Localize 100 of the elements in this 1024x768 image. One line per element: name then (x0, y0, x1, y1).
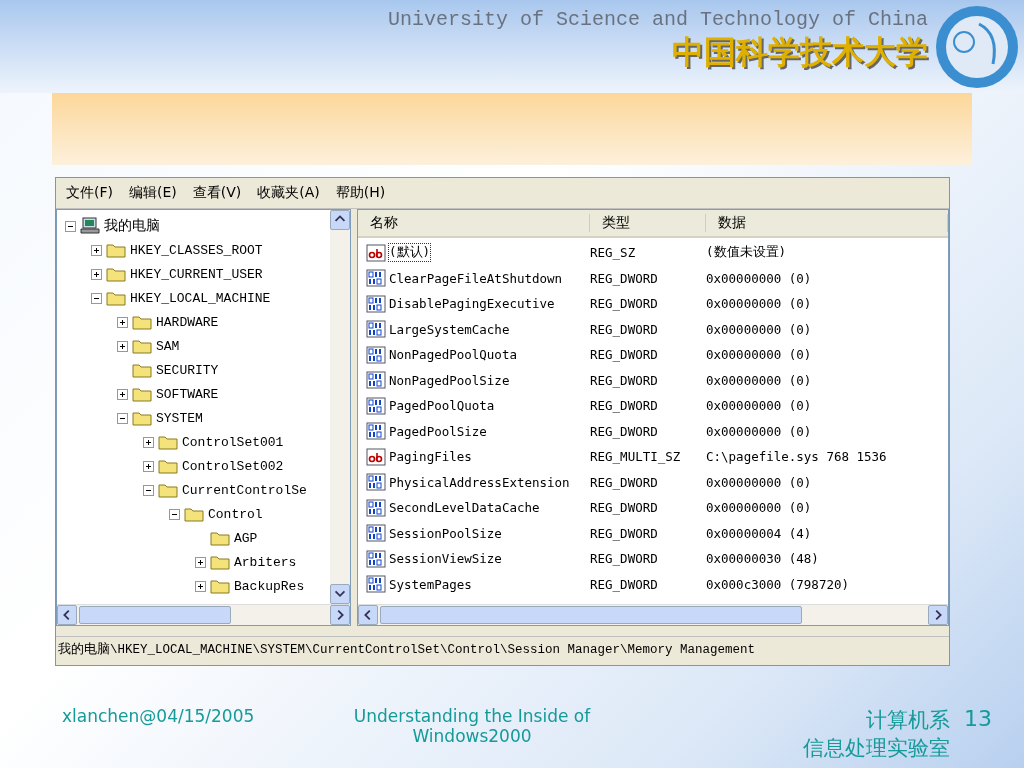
value-name[interactable]: PagingFiles (388, 448, 473, 466)
value-name[interactable]: (默认) (388, 243, 432, 263)
value-name[interactable]: SessionPoolSize (388, 524, 503, 542)
value-name[interactable]: DisablePagingExecutive (388, 295, 556, 313)
value-name[interactable]: PagedPoolSize (388, 422, 488, 440)
folder-icon (184, 506, 204, 522)
tree-item[interactable]: SYSTEM (156, 410, 203, 426)
folder-icon (158, 434, 178, 450)
status-bar: 我的电脑\HKEY_LOCAL_MACHINE\SYSTEM\CurrentControlSet\Control\Session Manager\Memory Management (56, 636, 949, 661)
scroll-left-button[interactable] (358, 605, 378, 625)
value-name[interactable]: ClearPageFileAtShutdown (388, 269, 564, 287)
value-data: 0x000c3000 (798720) (706, 576, 850, 592)
binary-value-icon (366, 575, 386, 594)
collapse-toggle[interactable] (117, 412, 128, 424)
scroll-right-button[interactable] (928, 605, 948, 625)
expand-toggle[interactable] (117, 388, 128, 400)
column-header[interactable]: 类型 (590, 214, 706, 232)
menu-item[interactable]: 编辑(E) (123, 184, 183, 202)
value-name[interactable]: PagedPoolQuota (388, 397, 496, 415)
expand-toggle[interactable] (117, 340, 128, 352)
menu-item[interactable]: 查看(V) (186, 184, 248, 202)
expand-toggle[interactable] (195, 556, 206, 568)
collapse-toggle[interactable] (143, 484, 154, 496)
value-type: REG_DWORD (590, 500, 659, 516)
expand-toggle[interactable] (91, 268, 102, 280)
value-data: 0x00000000 (0) (706, 347, 813, 363)
value-type: REG_DWORD (590, 270, 659, 286)
binary-value-icon (366, 371, 386, 390)
horizontal-scrollbar[interactable] (57, 604, 350, 625)
university-name-chinese: 中国科学技术大学 (672, 32, 928, 73)
tree-item[interactable]: Control (208, 506, 263, 522)
string-value-icon (366, 447, 386, 466)
folder-icon (132, 410, 152, 426)
scroll-down-button[interactable] (330, 584, 350, 604)
scroll-left-button[interactable] (57, 605, 77, 625)
tree-item[interactable]: BackupRes (234, 578, 305, 594)
collapse-toggle[interactable] (91, 292, 102, 304)
binary-value-icon (366, 396, 386, 415)
value-data: 0x00000000 (0) (706, 398, 813, 414)
menu-item[interactable]: 文件(F) (60, 184, 119, 202)
value-type: REG_DWORD (590, 321, 659, 337)
value-name[interactable]: PhysicalAddressExtension (388, 473, 571, 491)
menu-item[interactable]: 帮助(H) (329, 184, 392, 202)
folder-icon (106, 290, 126, 306)
value-type: REG_SZ (590, 245, 637, 261)
folder-icon (132, 338, 152, 354)
expand-toggle[interactable] (195, 580, 206, 592)
value-data: 0x00000000 (0) (706, 321, 813, 337)
value-type: REG_DWORD (590, 474, 659, 490)
tree-item[interactable]: SOFTWARE (156, 386, 219, 402)
value-name[interactable]: SecondLevelDataCache (388, 499, 541, 517)
horizontal-scrollbar[interactable] (358, 604, 948, 625)
value-name[interactable]: LargeSystemCache (388, 320, 511, 338)
value-name[interactable]: NonPagedPoolQuota (388, 346, 518, 364)
vertical-scrollbar[interactable] (330, 210, 350, 604)
scroll-right-button[interactable] (330, 605, 350, 625)
menu-item[interactable]: 收藏夹(A) (251, 184, 326, 202)
university-name: University of Science and Technology of China (387, 8, 928, 31)
scrollbar-thumb[interactable] (380, 606, 802, 624)
folder-icon (106, 266, 126, 282)
scroll-up-button[interactable] (330, 210, 350, 230)
value-type: REG_DWORD (590, 398, 659, 414)
tree-item[interactable]: AGP (234, 530, 258, 546)
expand-toggle[interactable] (143, 460, 154, 472)
tree-item[interactable]: SAM (156, 338, 180, 354)
folder-icon (132, 386, 152, 402)
value-data: 0x00000004 (4) (706, 525, 813, 541)
tree-item[interactable]: 我的电脑 (104, 217, 160, 235)
value-name[interactable]: SessionViewSize (388, 550, 503, 568)
tree-item[interactable]: ControlSet002 (182, 458, 284, 474)
expand-toggle[interactable] (91, 244, 102, 256)
binary-value-icon (366, 269, 386, 288)
page-number: 13 (963, 706, 993, 731)
expand-toggle[interactable] (117, 316, 128, 328)
value-type: REG_DWORD (590, 296, 659, 312)
value-data: 0x00000000 (0) (706, 296, 813, 312)
binary-value-icon (366, 294, 386, 313)
column-header[interactable]: 数据 (706, 214, 948, 232)
tree-item[interactable]: CurrentControlSe (182, 482, 307, 498)
tree-item[interactable]: HKEY_CURRENT_USER (130, 266, 263, 282)
tree-item[interactable]: Arbiters (234, 554, 297, 570)
tree-item[interactable]: HKEY_CLASSES_ROOT (130, 242, 263, 258)
expand-toggle[interactable] (143, 436, 154, 448)
tree-item[interactable]: HARDWARE (156, 314, 219, 330)
scrollbar-thumb[interactable] (79, 606, 231, 624)
binary-value-icon (366, 524, 386, 543)
tree-item[interactable]: SECURITY (156, 362, 219, 378)
tree-item[interactable]: ControlSet001 (182, 434, 284, 450)
value-name[interactable]: SystemPages (388, 575, 473, 593)
binary-value-icon (366, 549, 386, 568)
tree-item[interactable]: HKEY_LOCAL_MACHINE (130, 290, 271, 306)
folder-icon (132, 362, 152, 378)
value-data: 0x00000000 (0) (706, 474, 813, 490)
collapse-toggle[interactable] (65, 220, 76, 232)
value-name[interactable]: NonPagedPoolSize (388, 371, 511, 389)
value-type: REG_DWORD (590, 525, 659, 541)
column-header[interactable]: 名称 (358, 214, 590, 232)
value-data: 0x00000030 (48) (706, 551, 820, 567)
folder-icon (210, 530, 230, 546)
collapse-toggle[interactable] (169, 508, 180, 520)
